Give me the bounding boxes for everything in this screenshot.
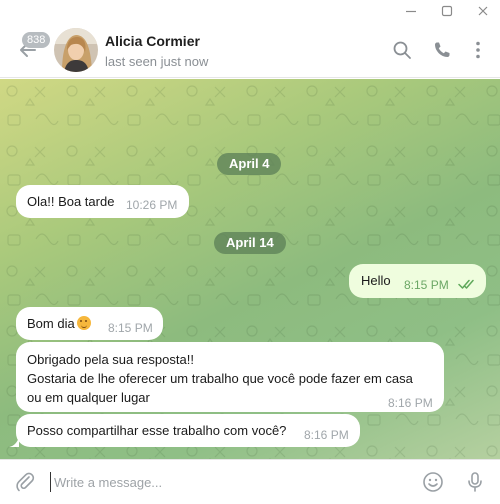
more-vertical-icon [476, 41, 480, 59]
message-text-line: Obrigado pela sua resposta!! [27, 352, 194, 367]
bubble-tail [9, 437, 19, 447]
message-time: 8:15 PM [108, 321, 153, 335]
call-button[interactable] [430, 38, 454, 62]
contact-last-seen: last seen just now [105, 54, 209, 69]
attach-button[interactable] [14, 471, 36, 493]
unread-count-badge: 838 [22, 32, 51, 48]
message-input[interactable] [50, 472, 390, 492]
smiling-face-emoji-icon [76, 316, 91, 330]
contact-avatar[interactable] [54, 28, 98, 72]
date-separator: April 14 [214, 232, 286, 254]
minimize-icon [406, 10, 416, 13]
message-outgoing[interactable]: Hello 8:15 PM [349, 264, 486, 298]
message-incoming[interactable]: Bom dia 8:15 PM [16, 307, 163, 340]
read-receipt-icon [458, 279, 474, 289]
more-menu-button[interactable] [466, 38, 490, 62]
message-text: Ola!! Boa tarde [27, 194, 115, 209]
microphone-icon [468, 472, 482, 492]
search-button[interactable] [390, 38, 414, 62]
message-text-line: Gostaria de lhe oferecer um trabalho que… [27, 371, 413, 386]
chat-history[interactable]: April 4 Ola!! Boa tarde 10:26 PM April 1… [0, 79, 500, 459]
chat-header: 838 Alicia Cormier last seen just now [0, 22, 500, 78]
minimize-button[interactable] [394, 0, 428, 22]
message-incoming[interactable]: Posso compartilhar esse trabalho com voc… [16, 414, 360, 447]
contact-name[interactable]: Alicia Cormier [105, 33, 200, 49]
message-text: Bom dia [27, 316, 75, 331]
message-text-line: ou em qualquer lugar [27, 390, 150, 405]
search-icon [393, 41, 411, 59]
message-text: Hello [361, 273, 391, 288]
message-time: 8:16 PM [304, 428, 349, 442]
maximize-button[interactable] [430, 0, 464, 22]
window-titlebar [0, 0, 500, 22]
emoji-icon [423, 472, 443, 492]
message-time: 8:16 PM [388, 396, 433, 410]
message-text: Posso compartilhar esse trabalho com voc… [27, 423, 287, 438]
maximize-icon [441, 5, 453, 17]
voice-record-button[interactable] [464, 471, 486, 493]
message-text-wrapper: Bom dia [27, 314, 91, 333]
message-time: 10:26 PM [126, 198, 178, 212]
close-icon [478, 6, 488, 16]
message-composer [0, 459, 500, 504]
message-time: 8:15 PM [404, 278, 449, 292]
message-incoming[interactable]: Obrigado pela sua resposta!! Gostaria de… [16, 342, 444, 412]
phone-icon [435, 42, 450, 57]
close-button[interactable] [466, 0, 500, 22]
paperclip-icon [16, 472, 35, 492]
message-incoming[interactable]: Ola!! Boa tarde 10:26 PM [16, 185, 189, 218]
date-separator: April 4 [217, 153, 282, 175]
emoji-button[interactable] [422, 471, 444, 493]
